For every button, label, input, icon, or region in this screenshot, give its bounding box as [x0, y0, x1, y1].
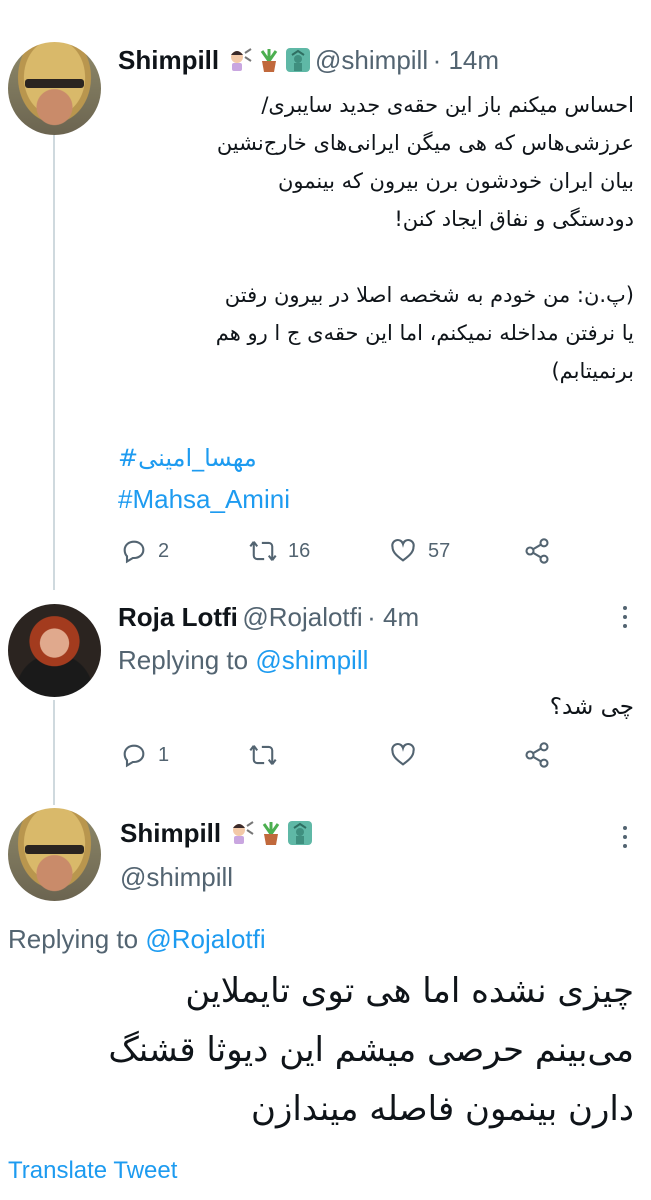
reply-count: 2 [158, 539, 170, 562]
tweet-text: چی شد؟ [549, 694, 634, 720]
handle[interactable]: @Rojalotfi [242, 602, 362, 632]
reply-button[interactable]: 2 [120, 537, 169, 565]
tweet-text: احساس میکنم باز این حقه‌ی جدید سایبری/ ع… [215, 93, 634, 383]
replying-prefix: Replying to [8, 924, 139, 954]
tweet-text: چیزی نشده اما هی توی تایملاین می‌بینم حر… [108, 971, 634, 1129]
reply-count: 1 [158, 743, 170, 766]
share-button[interactable] [523, 741, 551, 769]
replying-to-link[interactable]: @Rojalotfi [145, 924, 265, 954]
translate-tweet-link[interactable]: Translate Tweet [8, 1157, 177, 1185]
avatar[interactable] [8, 808, 101, 901]
share-icon [525, 742, 549, 768]
display-name[interactable]: Shimpill [118, 45, 219, 75]
retweet-count: 16 [288, 539, 311, 562]
timestamp[interactable]: · 4m [367, 602, 419, 632]
statue-of-liberty-emoji-icon [287, 821, 312, 845]
tweet-header: Shimpill [120, 818, 313, 849]
scissors-emoji-icon [230, 48, 252, 71]
handle[interactable]: @shimpill [315, 45, 428, 75]
thread-line [53, 135, 55, 590]
tweet-header: Roja Lotfi @Rojalotfi · 4m [118, 602, 419, 633]
more-icon[interactable] [621, 826, 629, 848]
replying-to: Replying to @Rojalotfi [8, 924, 266, 955]
display-name[interactable]: Shimpill [120, 818, 221, 848]
handle[interactable]: @shimpill [120, 862, 233, 893]
hashtag-fa[interactable]: #مهسا_امینی [118, 444, 257, 472]
reply-icon [123, 540, 145, 564]
scissors-emoji-icon [232, 821, 254, 844]
thread-line [53, 700, 55, 805]
display-name[interactable]: Roja Lotfi [118, 602, 238, 632]
potted-plant-emoji-icon [260, 49, 277, 72]
share-icon [525, 538, 549, 564]
like-button[interactable] [388, 741, 428, 769]
potted-plant-emoji-icon [262, 822, 279, 845]
retweet-button[interactable] [248, 741, 288, 769]
replying-prefix: Replying to [118, 645, 249, 675]
reply-button[interactable]: 1 [120, 741, 169, 769]
timestamp[interactable]: · 14m [433, 45, 499, 75]
reply-icon [123, 744, 145, 768]
retweet-button[interactable]: 16 [248, 537, 310, 565]
like-count: 57 [428, 539, 451, 562]
like-icon [391, 538, 415, 562]
statue-of-liberty-emoji-icon [285, 48, 310, 72]
share-button[interactable] [523, 537, 551, 565]
like-icon [391, 742, 415, 766]
avatar[interactable] [8, 604, 101, 697]
tweet-header: Shimpill @shimpill · 14m [118, 45, 499, 76]
emoji-group [226, 821, 313, 846]
more-icon[interactable] [621, 606, 629, 628]
retweet-icon [249, 745, 277, 765]
emoji-group [224, 48, 315, 73]
replying-to-link[interactable]: @shimpill [255, 645, 368, 675]
avatar[interactable] [8, 42, 101, 135]
like-button[interactable]: 57 [388, 537, 450, 565]
retweet-icon [249, 541, 277, 561]
hashtag-en[interactable]: #Mahsa_Amini [118, 484, 290, 515]
replying-to: Replying to @shimpill [118, 645, 368, 676]
